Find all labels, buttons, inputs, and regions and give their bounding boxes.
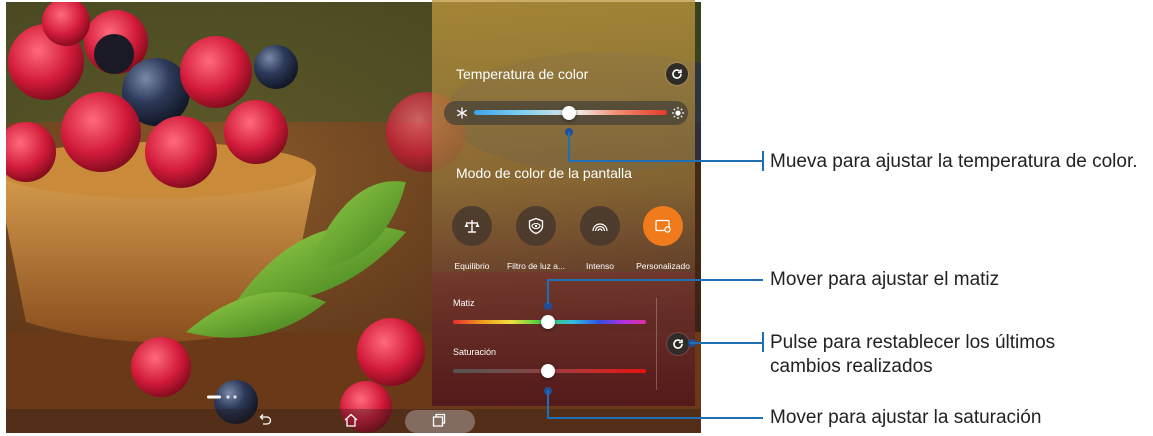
reset-callout-line-horizontal	[690, 342, 763, 344]
home-icon[interactable]	[343, 413, 359, 427]
reset-callout-text: Pulse para restablecer los últimos cambi…	[770, 332, 1056, 377]
refresh-icon	[673, 339, 683, 349]
rainbow-icon	[592, 223, 608, 232]
saturation-callout-line-vertical	[547, 390, 549, 418]
temperature-slider-thumb[interactable]	[561, 106, 576, 120]
hue-label: Matiz	[453, 298, 475, 308]
custom-reset-button[interactable]	[667, 333, 689, 355]
vertical-divider	[656, 298, 657, 390]
saturation-callout-text: Mover para ajustar la saturación	[770, 407, 1042, 428]
saturation-callout-line-horizontal	[547, 417, 763, 419]
mode-eyecare-label: Filtro de luz a...	[506, 261, 566, 271]
mode-eyecare-button[interactable]	[516, 206, 556, 246]
saturation-label: Saturación	[453, 347, 497, 357]
hue-slider-thumb[interactable]	[540, 315, 555, 329]
temperature-callout-line-horizontal	[568, 160, 763, 162]
back-icon[interactable]	[258, 413, 272, 427]
saturation-slider-thumb[interactable]	[540, 364, 555, 378]
temperature-callout-bracket	[762, 151, 764, 171]
balance-icon	[464, 220, 480, 233]
hue-callout-line-horizontal	[547, 279, 763, 281]
mode-custom-label: Personalizado	[636, 261, 690, 271]
refresh-icon	[672, 69, 682, 79]
snowflake-icon	[456, 107, 468, 119]
temperature-callout-text: Mueva para ajustar la temperatura de col…	[770, 151, 1138, 172]
temperature-callout-line-vertical	[568, 132, 570, 162]
page-indicator	[207, 395, 237, 399]
custom-screen-icon	[655, 219, 671, 233]
temperature-reset-button[interactable]	[666, 63, 688, 85]
screen-mode-title: Modo de color de la pantalla	[456, 165, 632, 181]
eye-shield-icon	[528, 217, 544, 235]
reset-callout-bracket	[762, 332, 764, 352]
mode-custom-button[interactable]	[643, 206, 683, 246]
sun-icon	[672, 107, 684, 119]
mode-vivid-button[interactable]	[580, 206, 620, 246]
hue-callout-text: Mover para ajustar el matiz	[770, 269, 1000, 290]
hue-callout-line-vertical	[547, 280, 549, 304]
mode-balance-button[interactable]	[452, 206, 492, 246]
recent-apps-icon[interactable]	[432, 413, 446, 427]
temperature-title: Temperatura de color	[456, 66, 589, 82]
mode-vivid-label: Intenso	[586, 261, 614, 271]
mode-balance-label: Equilibrio	[454, 261, 490, 271]
selected-mode-pointer	[657, 272, 669, 278]
